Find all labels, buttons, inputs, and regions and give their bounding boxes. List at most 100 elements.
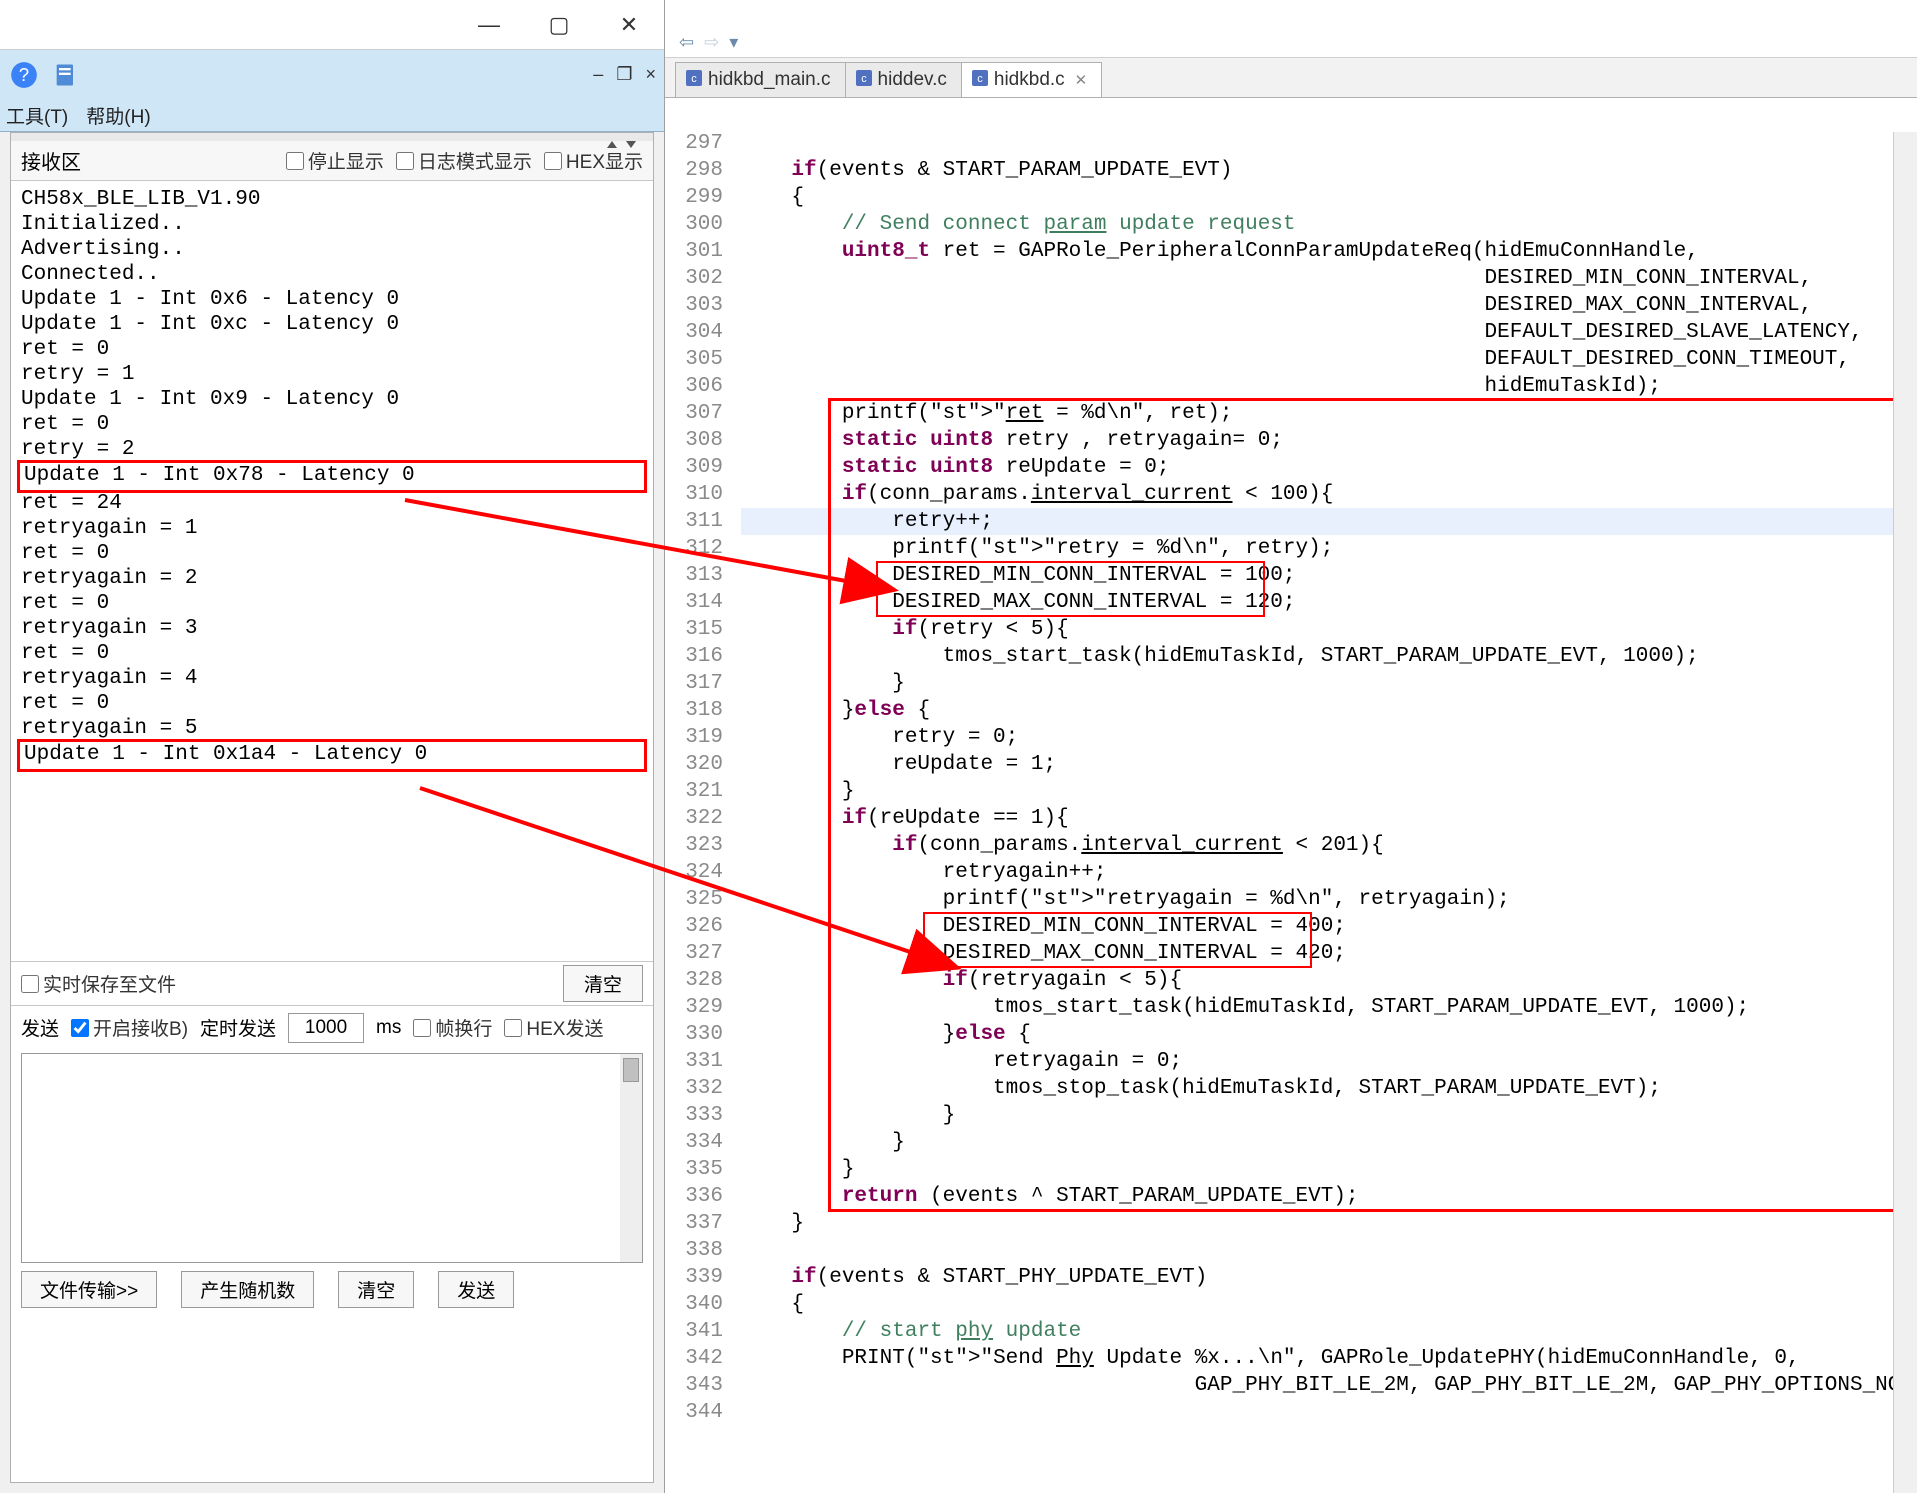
line-number[interactable]: 337	[665, 1210, 723, 1237]
line-number[interactable]: 328	[665, 967, 723, 994]
code-line[interactable]: }	[741, 670, 1917, 697]
line-number[interactable]: 306	[665, 373, 723, 400]
line-number[interactable]: 309	[665, 454, 723, 481]
help-icon[interactable]: ?	[6, 57, 42, 93]
code-line[interactable]: DESIRED_MAX_CONN_INTERVAL,	[741, 292, 1917, 319]
inner-restore-button[interactable]: ❐	[616, 64, 632, 84]
generate-random-button[interactable]: 产生随机数	[181, 1271, 314, 1308]
code-line[interactable]: }else {	[741, 1021, 1917, 1048]
line-number[interactable]: 304	[665, 319, 723, 346]
line-number[interactable]: 298	[665, 157, 723, 184]
code-line[interactable]	[741, 130, 1917, 157]
open-receive-checkbox[interactable]: 开启接收B)	[71, 1014, 188, 1041]
line-number[interactable]: 339	[665, 1264, 723, 1291]
code-line[interactable]: tmos_stop_task(hidEmuTaskId, START_PARAM…	[741, 1075, 1917, 1102]
code-line[interactable]: retryagain++;	[741, 859, 1917, 886]
window-minimize-button[interactable]: —	[454, 0, 524, 50]
code-line[interactable]: }	[741, 1102, 1917, 1129]
code-line[interactable]	[741, 1237, 1917, 1264]
code-line[interactable]: retryagain = 0;	[741, 1048, 1917, 1075]
line-number[interactable]: 334	[665, 1129, 723, 1156]
ide-tab[interactable]: chidkbd.c✕	[961, 62, 1102, 97]
code-line[interactable]: printf("st">"retry = %d\n", retry);	[741, 535, 1917, 562]
code-line[interactable]: static uint8 reUpdate = 0;	[741, 454, 1917, 481]
code-line[interactable]: if(conn_params.interval_current < 201){	[741, 832, 1917, 859]
line-number[interactable]: 301	[665, 238, 723, 265]
code-line[interactable]: PRINT("st">"Send Phy Update %x...\n", GA…	[741, 1345, 1917, 1372]
line-number[interactable]: 318	[665, 697, 723, 724]
hex-display-checkbox[interactable]: HEX显示	[544, 147, 643, 174]
code-line[interactable]: }	[741, 778, 1917, 805]
dropdown-icon[interactable]: ▾	[729, 32, 738, 53]
inner-minimize-button[interactable]: –	[593, 64, 603, 84]
code-line[interactable]: GAP_PHY_BIT_LE_2M, GAP_PHY_BIT_LE_2M, GA…	[741, 1372, 1917, 1399]
code-line[interactable]: return (events ^ START_PARAM_UPDATE_EVT)…	[741, 1183, 1917, 1210]
file-icon[interactable]	[48, 57, 84, 93]
menu-tools[interactable]: 工具(T)	[6, 102, 68, 129]
line-number[interactable]: 333	[665, 1102, 723, 1129]
line-number[interactable]: 316	[665, 643, 723, 670]
code-line[interactable]: if(events & START_PHY_UPDATE_EVT)	[741, 1264, 1917, 1291]
line-number[interactable]: 303	[665, 292, 723, 319]
line-number[interactable]: 332	[665, 1075, 723, 1102]
menu-help[interactable]: 帮助(H)	[86, 102, 150, 129]
back-icon[interactable]: ⇦	[679, 32, 694, 53]
code-line[interactable]: hidEmuTaskId);	[741, 373, 1917, 400]
window-maximize-button[interactable]: ▢	[524, 0, 594, 50]
code-line[interactable]: DESIRED_MAX_CONN_INTERVAL = 120;	[741, 589, 1917, 616]
line-number[interactable]: 340	[665, 1291, 723, 1318]
line-number[interactable]: 311	[665, 508, 723, 535]
code-line[interactable]	[741, 1399, 1917, 1426]
line-number[interactable]: 338	[665, 1237, 723, 1264]
line-number[interactable]: 315	[665, 616, 723, 643]
line-number[interactable]: 329	[665, 994, 723, 1021]
code-line[interactable]: tmos_start_task(hidEmuTaskId, START_PARA…	[741, 994, 1917, 1021]
line-number[interactable]: 322	[665, 805, 723, 832]
code-line[interactable]: uint8_t ret = GAPRole_PeripheralConnPara…	[741, 238, 1917, 265]
line-number[interactable]: 323	[665, 832, 723, 859]
code-line[interactable]: // Send connect param update request	[741, 211, 1917, 238]
code-line[interactable]: {	[741, 1291, 1917, 1318]
code-line[interactable]: DEFAULT_DESIRED_SLAVE_LATENCY,	[741, 319, 1917, 346]
ide-tab[interactable]: chiddev.c	[845, 62, 962, 97]
code-line[interactable]: DEFAULT_DESIRED_CONN_TIMEOUT,	[741, 346, 1917, 373]
hex-send-checkbox[interactable]: HEX发送	[504, 1014, 603, 1041]
code-line[interactable]: if(conn_params.interval_current < 100){	[741, 481, 1917, 508]
line-number[interactable]: 327	[665, 940, 723, 967]
frame-newline-checkbox[interactable]: 帧换行	[413, 1014, 492, 1041]
line-number[interactable]: 321	[665, 778, 723, 805]
code-line[interactable]: if(reUpdate == 1){	[741, 805, 1917, 832]
code-line[interactable]: tmos_start_task(hidEmuTaskId, START_PARA…	[741, 643, 1917, 670]
code-line[interactable]: }else {	[741, 697, 1917, 724]
code-line[interactable]: retry++;	[741, 508, 1917, 535]
line-number[interactable]: 308	[665, 427, 723, 454]
tab-close-icon[interactable]: ✕	[1075, 71, 1088, 89]
code-line[interactable]: }	[741, 1156, 1917, 1183]
code-line[interactable]: }	[741, 1129, 1917, 1156]
line-number[interactable]: 307	[665, 400, 723, 427]
line-number[interactable]: 297	[665, 130, 723, 157]
line-number[interactable]: 310	[665, 481, 723, 508]
code-line[interactable]: if(events & START_PARAM_UPDATE_EVT)	[741, 157, 1917, 184]
send-button[interactable]: 发送	[438, 1271, 514, 1308]
line-number[interactable]: 317	[665, 670, 723, 697]
code-line[interactable]: if(retryagain < 5){	[741, 967, 1917, 994]
line-number[interactable]: 314	[665, 589, 723, 616]
send-textarea[interactable]	[21, 1053, 643, 1263]
ide-tab[interactable]: chidkbd_main.c	[675, 62, 846, 97]
code-line[interactable]: // start phy update	[741, 1318, 1917, 1345]
line-number[interactable]: 331	[665, 1048, 723, 1075]
line-number[interactable]: 300	[665, 211, 723, 238]
line-number[interactable]: 326	[665, 913, 723, 940]
inner-close-button[interactable]: ×	[645, 64, 656, 84]
code-line[interactable]: DESIRED_MAX_CONN_INTERVAL = 420;	[741, 940, 1917, 967]
clear-receive-button[interactable]: 清空	[563, 965, 643, 1002]
forward-icon[interactable]: ⇨	[704, 32, 719, 53]
line-number[interactable]: 299	[665, 184, 723, 211]
line-number[interactable]: 302	[665, 265, 723, 292]
line-number[interactable]: 344	[665, 1399, 723, 1426]
line-number[interactable]: 336	[665, 1183, 723, 1210]
line-number[interactable]: 324	[665, 859, 723, 886]
code-line[interactable]: DESIRED_MIN_CONN_INTERVAL = 400;	[741, 913, 1917, 940]
line-number[interactable]: 330	[665, 1021, 723, 1048]
